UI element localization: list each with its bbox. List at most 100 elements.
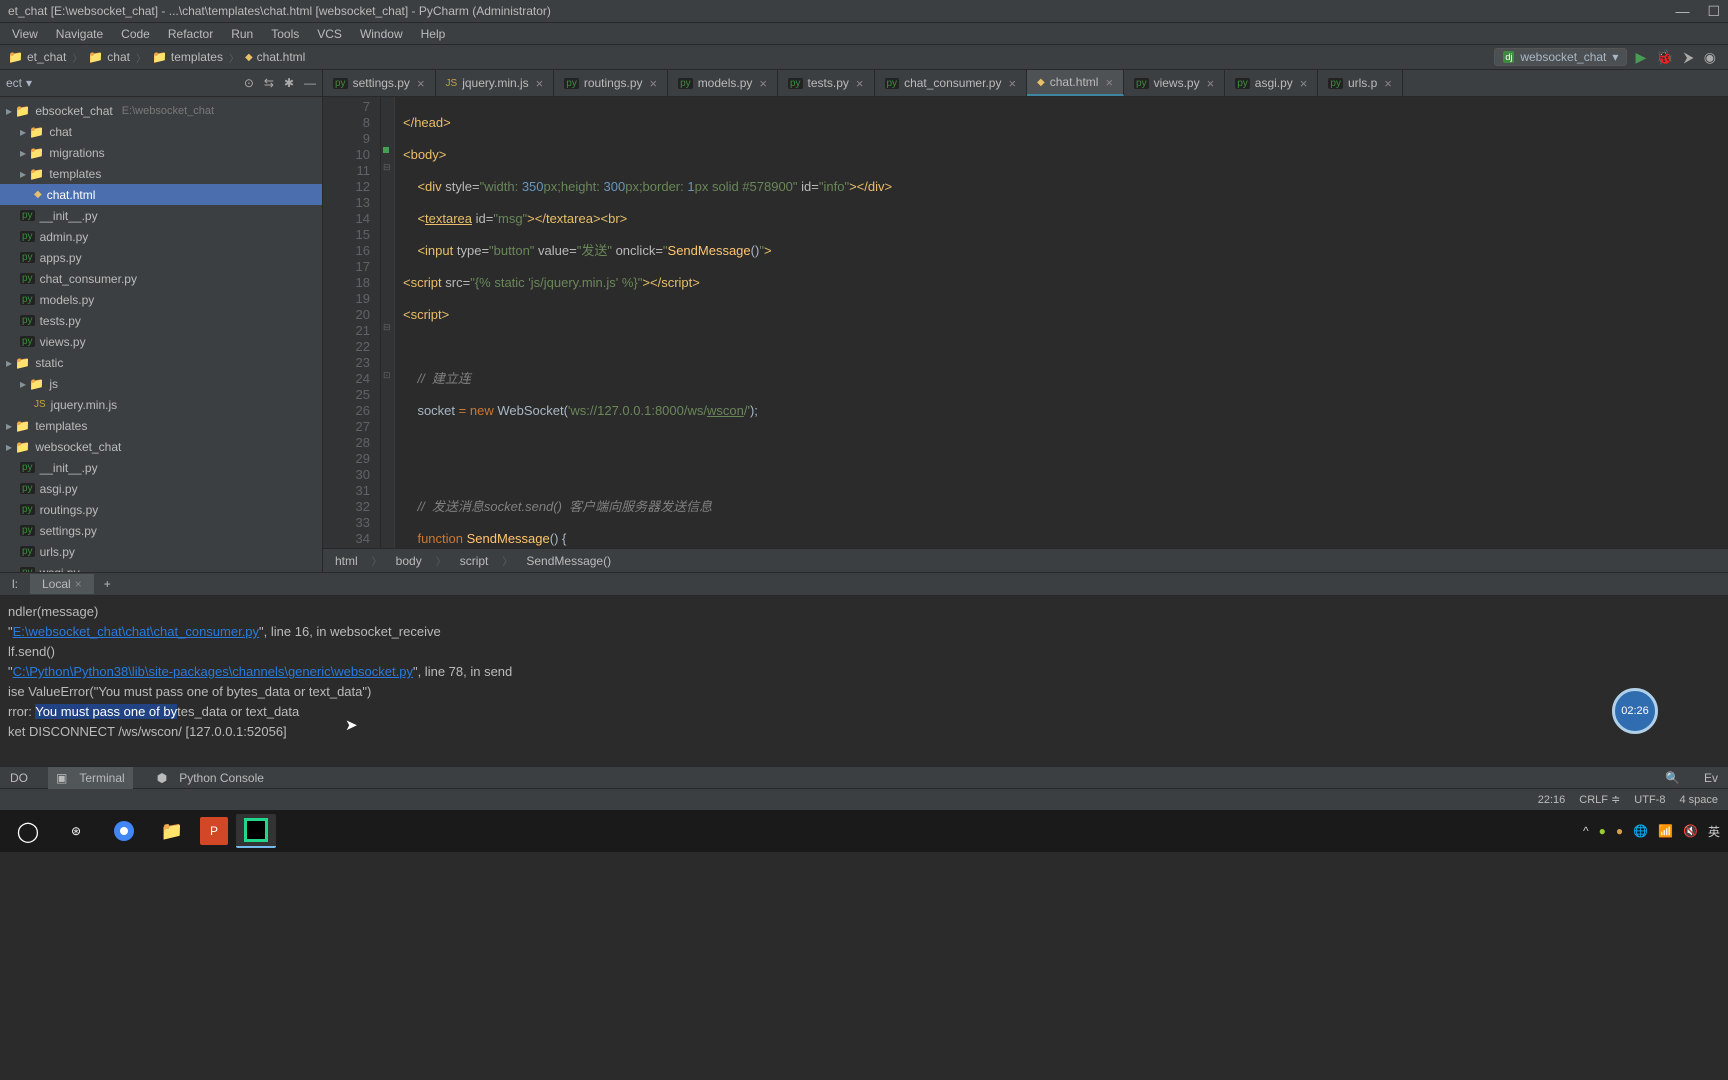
close-icon[interactable]: × <box>536 76 544 91</box>
tab-settings-py[interactable]: pysettings.py× <box>323 70 436 96</box>
event-log-button[interactable]: Ev <box>1700 769 1722 787</box>
terminal-label[interactable]: l: <box>0 574 30 594</box>
crumb-function[interactable]: SendMessage() <box>522 552 615 570</box>
tree-item-models-py[interactable]: pymodels.py <box>0 289 322 310</box>
tab-jquery-min-js[interactable]: JSjquery.min.js× <box>436 70 555 96</box>
menu-run[interactable]: Run <box>223 25 261 43</box>
close-icon[interactable]: × <box>1207 76 1215 91</box>
debug-icon[interactable]: 🐞 <box>1656 49 1673 66</box>
tab-models-py[interactable]: pymodels.py× <box>668 70 778 96</box>
cursor-position[interactable]: 22:16 <box>1538 794 1566 806</box>
menu-refactor[interactable]: Refactor <box>160 25 221 43</box>
close-icon[interactable]: × <box>417 76 425 91</box>
locate-icon[interactable]: ⊙ <box>244 76 254 90</box>
menu-window[interactable]: Window <box>352 25 411 43</box>
breadcrumb-project[interactable]: 📁et_chat <box>4 48 70 66</box>
python-console-tool-button[interactable]: ⬢Python Console <box>149 767 272 789</box>
powerpoint-icon[interactable]: P <box>200 817 228 845</box>
close-icon[interactable]: × <box>856 76 864 91</box>
tree-item-jquery-min-js[interactable]: JSjquery.min.js <box>0 394 322 415</box>
tree-item-routings-py[interactable]: pyroutings.py <box>0 499 322 520</box>
tree-item-tests-py[interactable]: pytests.py <box>0 310 322 331</box>
pycharm-icon[interactable] <box>236 814 276 848</box>
file-link[interactable]: C:\Python\Python38\lib\site-packages\cha… <box>13 664 413 679</box>
collapse-icon[interactable]: ⇆ <box>264 76 274 90</box>
crumb-body[interactable]: body <box>392 552 426 570</box>
terminal-tool-button[interactable]: ▣Terminal <box>48 767 133 789</box>
menu-code[interactable]: Code <box>113 25 158 43</box>
tree-item-templates[interactable]: ▸ 📁templates <box>0 163 322 184</box>
close-icon[interactable]: × <box>1300 76 1308 91</box>
tree-item-js[interactable]: ▸ 📁js <box>0 373 322 394</box>
menu-view[interactable]: View <box>4 25 46 43</box>
minimize-icon[interactable]: — <box>1675 3 1689 20</box>
tree-item-chat_consumer-py[interactable]: pychat_consumer.py <box>0 268 322 289</box>
project-view-dropdown[interactable]: ect ▾ <box>6 76 32 90</box>
tree-item-migrations[interactable]: ▸ 📁migrations <box>0 142 322 163</box>
tree-item-views-py[interactable]: pyviews.py <box>0 331 322 352</box>
tree-item-admin-py[interactable]: pyadmin.py <box>0 226 322 247</box>
close-icon[interactable]: × <box>1384 76 1392 91</box>
tray-app-icon[interactable]: ● <box>1599 824 1606 838</box>
run-icon[interactable]: ▶ <box>1635 49 1646 66</box>
project-tree[interactable]: ▸ 📁ebsocket_chatE:\websocket_chat▸ 📁chat… <box>0 97 322 572</box>
breadcrumb-file[interactable]: ◆chat.html <box>241 48 309 66</box>
menu-help[interactable]: Help <box>413 25 454 43</box>
tree-item-__init__-py[interactable]: py__init__.py <box>0 205 322 226</box>
run-with-coverage-icon[interactable]: ⮞ <box>1684 49 1694 66</box>
menu-navigate[interactable]: Navigate <box>48 25 111 43</box>
tray-app-icon[interactable]: ● <box>1616 824 1623 838</box>
code-area[interactable]: </head> <body> <div style="width: 350px;… <box>395 97 1728 548</box>
close-icon[interactable]: × <box>650 76 658 91</box>
file-encoding[interactable]: UTF-8 <box>1634 794 1665 806</box>
fold-icon[interactable]: ⊟ <box>383 162 391 173</box>
tab-urls-p[interactable]: pyurls.p× <box>1318 70 1403 96</box>
breadcrumb-folder[interactable]: 📁chat <box>84 48 134 66</box>
tab-chat-html[interactable]: ◆chat.html× <box>1027 70 1124 96</box>
close-icon[interactable]: × <box>1105 75 1113 90</box>
settings-icon[interactable]: ✱ <box>284 76 294 90</box>
new-terminal-button[interactable]: + <box>94 574 121 594</box>
terminal-tab-local[interactable]: Local × <box>30 574 94 594</box>
fold-icon[interactable]: ⊟ <box>383 322 391 333</box>
indent-settings[interactable]: 4 space <box>1679 794 1718 806</box>
search-icon[interactable]: 🔍 <box>1661 769 1684 787</box>
close-icon[interactable]: × <box>759 76 767 91</box>
tab-routings-py[interactable]: pyroutings.py× <box>554 70 668 96</box>
tree-item-apps-py[interactable]: pyapps.py <box>0 247 322 268</box>
tree-item-__init__-py[interactable]: py__init__.py <box>0 457 322 478</box>
maximize-icon[interactable]: ☐ <box>1707 3 1720 20</box>
start-button[interactable]: ◯ <box>8 814 48 848</box>
hide-icon[interactable]: — <box>304 76 316 90</box>
fold-end-icon[interactable]: ⊡ <box>383 370 391 381</box>
menu-tools[interactable]: Tools <box>263 25 307 43</box>
ime-indicator[interactable]: 英 <box>1708 823 1720 840</box>
tree-item-templates[interactable]: ▸ 📁templates <box>0 415 322 436</box>
chrome-icon[interactable] <box>104 814 144 848</box>
tree-item-static[interactable]: ▸ 📁static <box>0 352 322 373</box>
tree-item-websocket_chat[interactable]: ▸ 📁websocket_chat <box>0 436 322 457</box>
tab-chat_consumer-py[interactable]: pychat_consumer.py× <box>875 70 1028 96</box>
tree-item-asgi-py[interactable]: pyasgi.py <box>0 478 322 499</box>
tree-item-chat-html[interactable]: ◆chat.html <box>0 184 322 205</box>
tray-expand-icon[interactable]: ^ <box>1583 824 1589 838</box>
breadcrumb-folder[interactable]: 📁templates <box>148 48 227 66</box>
terminal-output[interactable]: ndler(message) "E:\websocket_chat\chat\c… <box>0 596 1728 766</box>
close-icon[interactable]: × <box>75 577 82 591</box>
tree-item-urls-py[interactable]: pyurls.py <box>0 541 322 562</box>
tab-tests-py[interactable]: pytests.py× <box>778 70 875 96</box>
tree-item-settings-py[interactable]: pysettings.py <box>0 520 322 541</box>
close-icon[interactable]: × <box>1008 76 1016 91</box>
tab-views-py[interactable]: pyviews.py× <box>1124 70 1225 96</box>
line-separator[interactable]: CRLF ≑ <box>1579 793 1620 806</box>
run-config-selector[interactable]: dj websocket_chat ▾ <box>1494 48 1627 66</box>
profile-icon[interactable]: ◉ <box>1704 49 1716 66</box>
tab-asgi-py[interactable]: pyasgi.py× <box>1225 70 1318 96</box>
tree-item-chat[interactable]: ▸ 📁chat <box>0 121 322 142</box>
tree-item-ebsocket_chat[interactable]: ▸ 📁ebsocket_chatE:\websocket_chat <box>0 100 322 121</box>
volume-icon[interactable]: 🔇 <box>1683 824 1698 838</box>
code-editor[interactable]: 7891011121314151617181920212223242526272… <box>323 97 1728 548</box>
network-icon[interactable]: 🌐 <box>1633 824 1648 838</box>
tree-item-wsgi-py[interactable]: pywsgi.py <box>0 562 322 572</box>
todo-tool-button[interactable]: DO <box>6 769 32 787</box>
